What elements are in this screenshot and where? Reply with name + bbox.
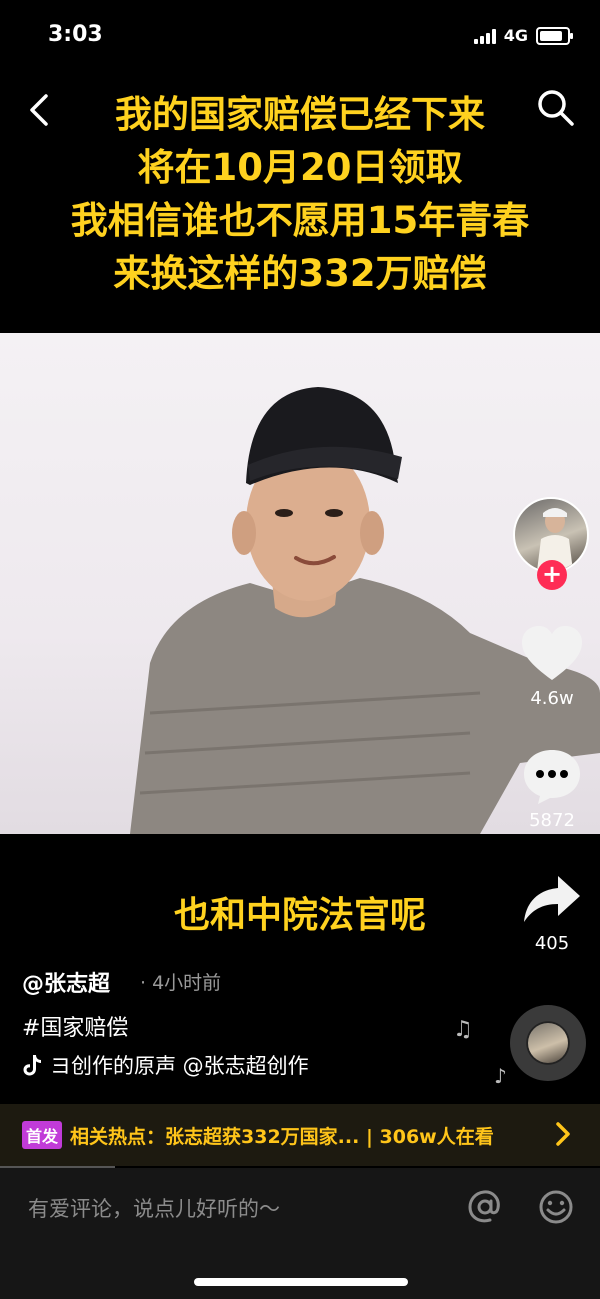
music-disc-cover [528, 1023, 568, 1063]
video-frame-person [130, 387, 600, 834]
music-note-icon: ♫ [453, 1017, 473, 1042]
network-label: 4G [503, 26, 528, 45]
caption-line-2: 将在10月20日领取 [137, 146, 463, 189]
status-time: 3:03 [48, 22, 103, 47]
hot-topic-text: 相关热点：张志超获332万国家... | 306w人在看 [70, 1125, 494, 1148]
tiktok-note-icon [23, 1055, 41, 1076]
comment-input[interactable]: 有爱评论，说点儿好听的～ [28, 1193, 280, 1223]
music-title: ヨ创作的原声 @张志超创作 [50, 1054, 309, 1078]
video-player[interactable] [0, 333, 600, 834]
comment-icon[interactable] [520, 746, 584, 806]
signal-icon [473, 28, 496, 44]
author-name[interactable]: @张志超 [22, 966, 110, 998]
battery-icon [536, 26, 573, 45]
music-row[interactable]: ヨ创作的原声 @张志超创作 [22, 1050, 342, 1080]
hot-topic-bar[interactable]: 首发 相关热点：张志超获332万国家... | 306w人在看 [0, 1104, 600, 1166]
caption-line-1: 我的国家赔偿已经下来 [115, 93, 485, 136]
status-indicators: 4G [473, 26, 573, 45]
video-caption: 我的国家赔偿已经下来 将在10月20日领取 我相信谁也不愿用15年青春 来换这样… [0, 88, 600, 300]
music-disc[interactable] [510, 1005, 586, 1081]
hot-badge: 首发 [22, 1121, 63, 1149]
share-count: 405 [534, 933, 570, 954]
home-indicator [194, 1278, 408, 1286]
at-icon[interactable] [466, 1188, 504, 1226]
comment-count: 5872 [529, 810, 575, 831]
chevron-right-icon [556, 1122, 570, 1146]
share-icon[interactable] [520, 870, 584, 930]
like-count: 4.6w [530, 688, 574, 709]
follow-button[interactable]: + [537, 560, 567, 590]
emoji-icon[interactable] [537, 1188, 575, 1226]
hashtag-link[interactable]: #国家赔偿 [22, 1010, 128, 1042]
heart-icon[interactable] [520, 624, 584, 684]
video-subtitle: 也和中院法官呢 [173, 895, 426, 936]
caption-line-3: 我相信谁也不愿用15年青春 [70, 199, 530, 242]
caption-line-4: 来换这样的332万赔偿 [113, 252, 487, 295]
post-time: · 4小时前 [140, 972, 222, 994]
music-note-icon: ♪ [494, 1064, 507, 1088]
